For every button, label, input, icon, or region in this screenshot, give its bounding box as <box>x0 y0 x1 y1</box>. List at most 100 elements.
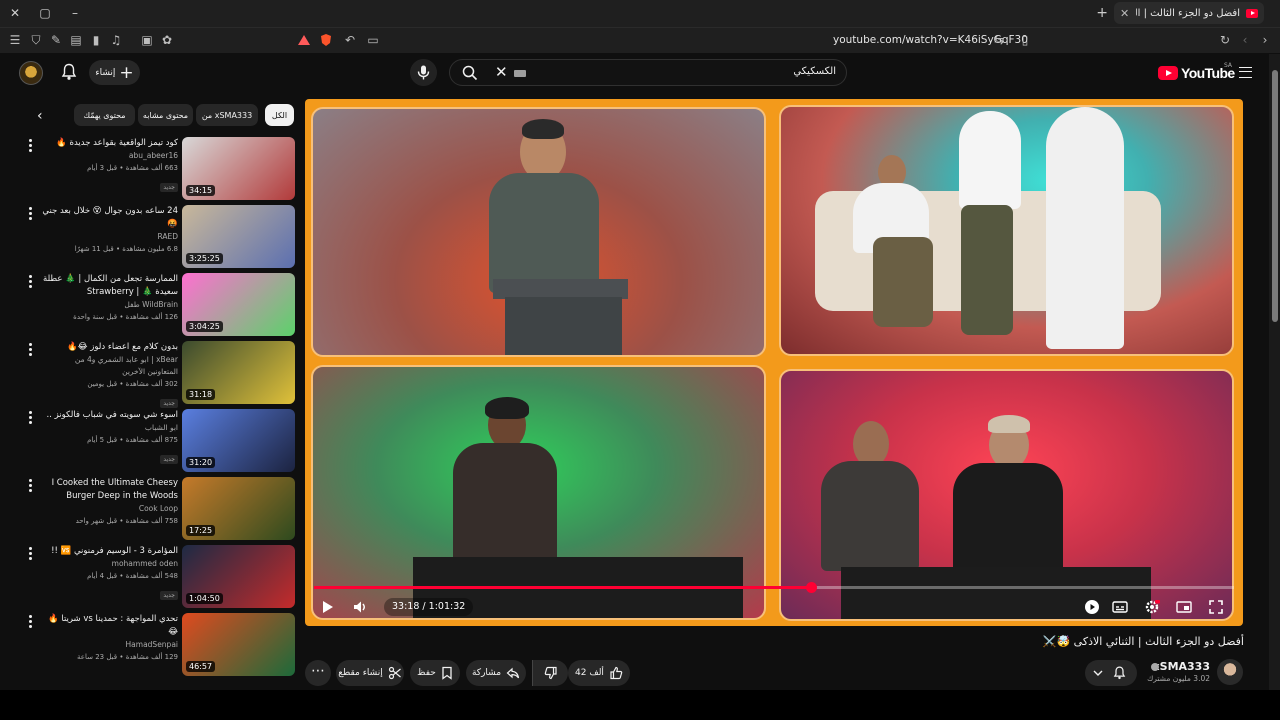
more-options-icon[interactable] <box>29 479 33 493</box>
puzzle-icon[interactable]: ✿ <box>160 33 174 47</box>
like-button[interactable]: 42 ألف <box>568 660 630 686</box>
more-options-icon[interactable] <box>29 275 33 289</box>
more-options-icon[interactable] <box>29 139 33 153</box>
recommendation-item[interactable]: 24 ساعه بدون جوال 😵 خلال بعد جني 🤬 RAED 6.… <box>20 205 298 269</box>
recommendation-thumbnail[interactable]: 46:57 <box>182 613 295 676</box>
recommendation-item[interactable]: I Cooked the Ultimate Cheesy Burger Deep… <box>20 477 298 541</box>
share-button[interactable]: مشاركة <box>466 660 526 686</box>
more-options-icon[interactable] <box>29 343 33 357</box>
more-actions-icon[interactable]: ⋯ <box>305 660 331 686</box>
miniplayer-icon[interactable] <box>1175 598 1193 616</box>
recommendation-thumbnail[interactable]: 17:25 <box>182 477 295 540</box>
screenshot-icon[interactable]: ▣ <box>140 33 154 47</box>
recommendation-thumbnail[interactable]: 34:15 <box>182 137 295 200</box>
window-minimize-icon[interactable]: – <box>66 5 84 21</box>
back-icon[interactable]: ‹ <box>1238 33 1252 47</box>
recommendation-item[interactable]: اسوء شي سويته في شباب فالكونز .. ابو الشب… <box>20 409 298 473</box>
subscribed-notifications-button[interactable] <box>1085 660 1137 686</box>
shield-icon[interactable]: ⛉ <box>29 33 43 47</box>
tab-close-icon[interactable]: ✕ <box>1120 7 1130 20</box>
more-options-icon[interactable] <box>29 411 33 425</box>
voice-search-mic-icon[interactable] <box>410 59 437 86</box>
recommendation-thumbnail[interactable]: 3:25:25 <box>182 205 295 268</box>
recommendation-item[interactable]: كود تيمز الواقعية بقواعد جديدة 🔥 abu_abee… <box>20 137 298 201</box>
autoplay-toggle-icon[interactable] <box>1083 598 1101 616</box>
chip-similar[interactable]: محتوى مشابه <box>138 104 193 126</box>
recommendation-thumbnail[interactable]: 31:18 <box>182 341 295 404</box>
channel-name[interactable]: xSMA333 <box>1150 660 1210 673</box>
account-avatar[interactable] <box>19 61 43 85</box>
warning-triangle-icon[interactable] <box>297 33 311 47</box>
taskbar-area <box>0 690 1280 720</box>
chip-all[interactable]: الكل <box>265 104 294 126</box>
search-input[interactable]: ✕ الكسكيكي <box>449 59 847 86</box>
more-options-icon[interactable] <box>29 615 33 629</box>
recommendation-channel[interactable]: ابو الشباب <box>42 422 178 434</box>
play-icon[interactable] <box>318 598 336 616</box>
create-button[interactable]: إنشاء + <box>89 60 140 85</box>
recommendation-channel[interactable]: abu_abeer16 <box>42 150 178 162</box>
clip-button[interactable]: إنشاء مقطع <box>336 660 404 686</box>
recommendation-channel[interactable]: RAED <box>42 231 178 243</box>
new-tab-icon[interactable]: + <box>1096 5 1108 21</box>
guide-menu-icon[interactable] <box>1239 67 1252 78</box>
window-maximize-icon[interactable]: ▢ <box>36 5 54 21</box>
save-button[interactable]: حفظ <box>410 660 460 686</box>
recommendation-title[interactable]: بدون كلام مع اعضاء دلوز 😂🔥 <box>42 341 178 354</box>
recommendation-title[interactable]: كود تيمز الواقعية بقواعد جديدة 🔥 <box>42 137 178 150</box>
seek-bar-scrubber[interactable] <box>806 582 817 593</box>
recommendation-item[interactable]: تحدي المواجهة : حمدينا vs شريتا 🔥😂 HamadS… <box>20 613 298 677</box>
keyboard-icon[interactable] <box>514 70 526 77</box>
cast-icon[interactable]: ▭ <box>366 33 380 47</box>
brave-shield-icon[interactable] <box>319 33 333 47</box>
chip-related-to-you[interactable]: محتوى يهمّك <box>74 104 135 126</box>
recommendation-thumbnail[interactable]: 31:20 <box>182 409 295 472</box>
recommendation-channel[interactable]: xBear | ابو عابد الشمري و4 من المتعاونين… <box>42 354 178 378</box>
recommendation-channel[interactable]: WildBrain طفل <box>42 299 178 311</box>
sidebar-icon[interactable]: ▮ <box>89 33 103 47</box>
volume-icon[interactable] <box>351 598 369 616</box>
recommendation-title[interactable]: المؤامرة 3 - الوسيم فرمنوني 🆚 !! <box>42 545 178 558</box>
tabs-icon[interactable]: ▤ <box>69 33 83 47</box>
recommendation-item[interactable]: الممارسة تجعل من الكمال | 🎄 عطلة سعيدة 🎄… <box>20 273 298 337</box>
more-options-icon[interactable] <box>29 207 33 221</box>
recommendation-thumbnail[interactable]: 3:04:25 <box>182 273 295 336</box>
extension-icon[interactable]: ✎ <box>49 33 63 47</box>
recommendation-title[interactable]: 24 ساعه بدون جوال 😵 خلال بعد جني 🤬 <box>42 205 178 231</box>
chip-from-channel[interactable]: من xSMA333 <box>196 104 258 126</box>
recommendation-channel[interactable]: Cook Loop <box>42 503 178 515</box>
subtitles-icon[interactable] <box>1111 598 1129 616</box>
window-close-icon[interactable]: ✕ <box>6 5 24 21</box>
music-icon[interactable]: ♫ <box>109 33 123 47</box>
recommendation-channel[interactable]: mohammed oden <box>42 558 178 570</box>
undo-icon[interactable]: ↶ <box>343 33 357 47</box>
recommendation-thumbnail[interactable]: 1:04:50 <box>182 545 295 608</box>
search-icon[interactable] <box>462 65 478 81</box>
recommendation-title[interactable]: الممارسة تجعل من الكمال | 🎄 عطلة سعيدة 🎄… <box>42 273 178 299</box>
page-scrollbar-thumb[interactable] <box>1272 70 1278 322</box>
clear-search-icon[interactable]: ✕ <box>495 63 508 81</box>
browser-tab[interactable]: ✕ افضل دو الجزء الثالث | الثنائي الاذكى <box>1114 2 1264 24</box>
reload-icon[interactable]: ↻ <box>1218 33 1232 47</box>
settings-gear-icon[interactable] <box>1143 598 1161 616</box>
notifications-bell-icon[interactable] <box>61 63 77 81</box>
recommendation-item[interactable]: بدون كلام مع اعضاء دلوز 😂🔥 xBear | ابو عا… <box>20 341 298 408</box>
more-options-icon[interactable] <box>29 547 33 561</box>
recommendation-title[interactable]: اسوء شي سويته في شباب فالكونز .. <box>42 409 178 422</box>
dislike-button[interactable] <box>532 660 568 686</box>
site-settings-icon[interactable]: ⇆ <box>992 33 1006 47</box>
channel-avatar[interactable] <box>1217 659 1243 685</box>
forward-icon[interactable]: › <box>1258 33 1272 47</box>
current-time: 33:18 <box>392 601 420 612</box>
bookmark-icon[interactable]: ▯ <box>1018 33 1032 47</box>
menu-icon[interactable]: ☰ <box>8 33 22 47</box>
video-player[interactable] <box>305 99 1243 626</box>
recommendation-title[interactable]: I Cooked the Ultimate Cheesy Burger Deep… <box>42 477 178 503</box>
chips-scroll-left-icon[interactable]: ‹ <box>37 108 43 124</box>
recommendation-channel[interactable]: HamadSenpai <box>42 639 178 651</box>
recommendation-title[interactable]: تحدي المواجهة : حمدينا vs شريتا 🔥😂 <box>42 613 178 639</box>
recommendation-meta: كود تيمز الواقعية بقواعد جديدة 🔥 abu_abee… <box>42 137 178 193</box>
recommendation-meta: بدون كلام مع اعضاء دلوز 😂🔥 xBear | ابو عا… <box>42 341 178 409</box>
fullscreen-icon[interactable] <box>1207 598 1225 616</box>
recommendation-item[interactable]: المؤامرة 3 - الوسيم فرمنوني 🆚 !! mohammed… <box>20 545 298 609</box>
